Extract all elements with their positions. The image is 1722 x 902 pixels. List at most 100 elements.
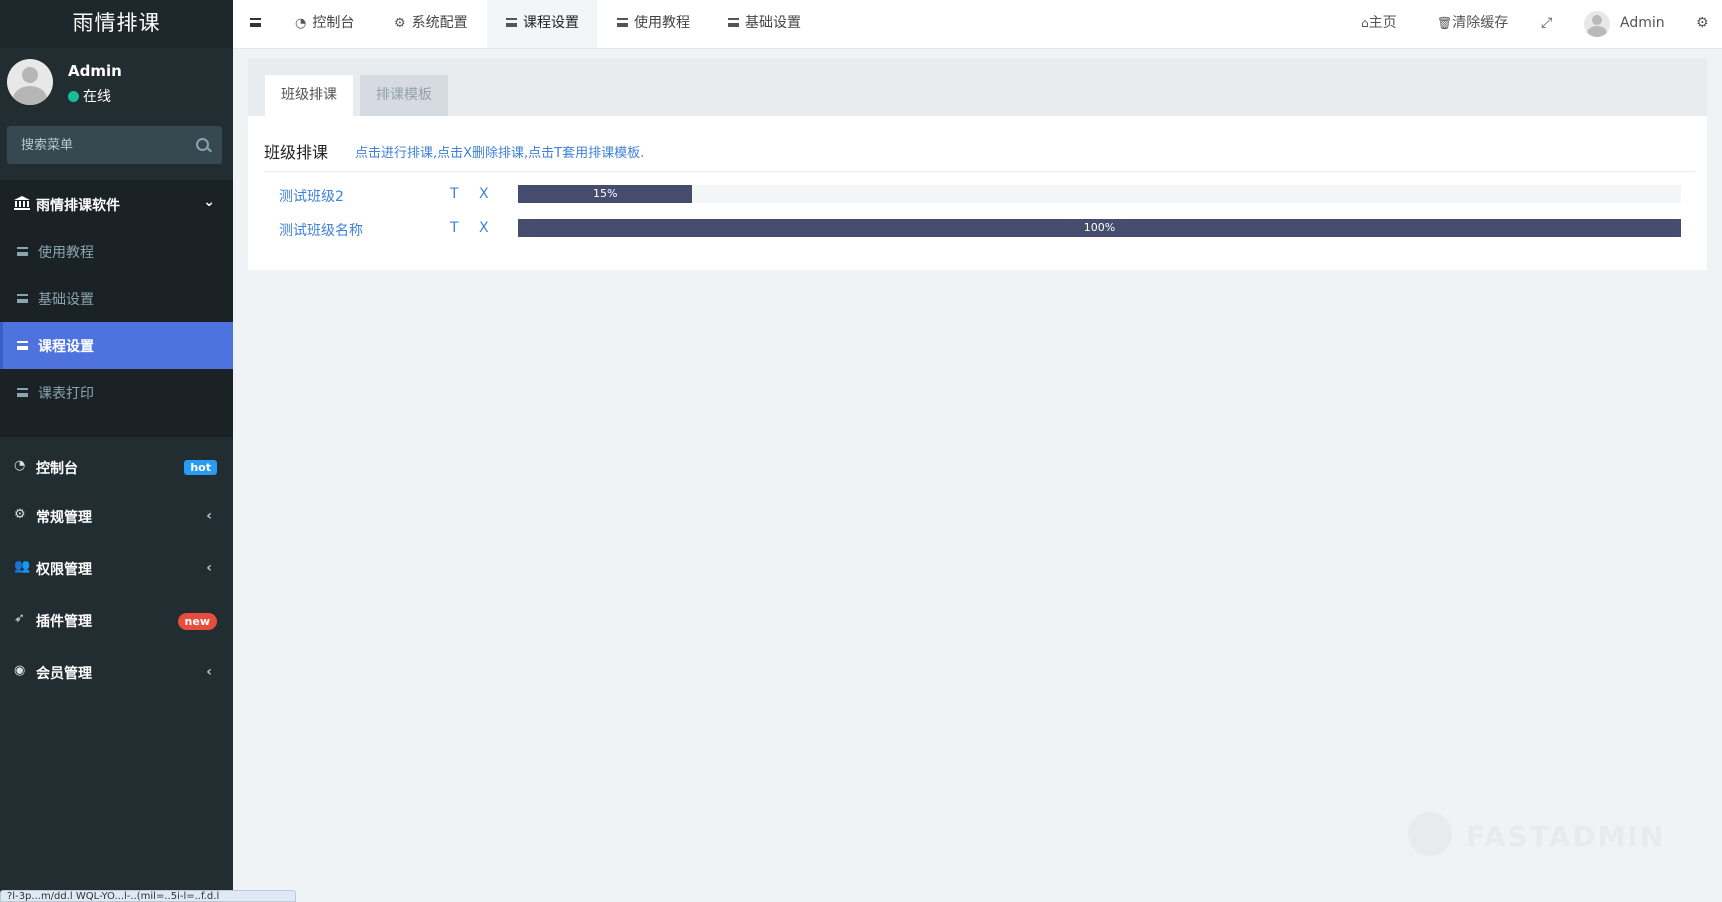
user-name: Admin <box>68 62 122 80</box>
sidebar-item-label: 插件管理 <box>36 614 92 630</box>
user-panel: Admin 在线 <box>0 48 233 118</box>
section-title: 班级排课 <box>264 143 329 162</box>
table-row: 测试班级名称 T X 100% <box>248 213 1707 247</box>
avatar[interactable] <box>1584 11 1610 37</box>
bars-icon <box>728 16 739 31</box>
status-bar-url: ?l-3p...m/dd.l WQL-YO...l-..(mil=..5i-l=… <box>0 890 296 902</box>
bars-icon <box>17 291 28 307</box>
clear-cache-button[interactable]: 🗑清除缓存 <box>1437 0 1508 48</box>
sidebar-item-label: 课表打印 <box>38 386 94 402</box>
fastadmin-logo-icon <box>1408 812 1452 856</box>
settings-button[interactable]: ⚙ <box>1696 0 1709 48</box>
sidebar-item-label: 控制台 <box>36 461 78 477</box>
home-label: 主页 <box>1368 15 1397 31</box>
tab-label: 控制台 <box>312 15 355 31</box>
sidebar-item-general[interactable]: ⚙ 常规管理 ‹ <box>0 490 233 542</box>
sidebar: 雨情排课 Admin 在线 雨情排课软件 ⌄ 使用教程 基础设置 课程设置 <box>0 0 233 900</box>
bars-icon <box>506 16 517 31</box>
progress-track: 15% <box>518 185 1681 203</box>
sidebar-item-tutorial[interactable]: 使用教程 <box>0 228 233 275</box>
user-status: 在线 <box>68 86 111 106</box>
table-row: 测试班级2 T X 15% <box>248 179 1707 213</box>
search-input[interactable] <box>7 126 191 164</box>
sidebar-item-auth[interactable]: 👥 权限管理 ‹ <box>0 542 233 594</box>
content-panel: 班级排课 排课模板 班级排课 点击进行排课,点击X删除排课,点击T套用排课模板.… <box>248 58 1707 270</box>
user-menu[interactable]: Admin <box>1620 0 1665 48</box>
tab-label: 课程设置 <box>523 15 579 31</box>
sidebar-item-plugins[interactable]: ➶ 插件管理 new <box>0 594 233 646</box>
tab-tutorial[interactable]: 使用教程 <box>617 0 690 48</box>
chevron-down-icon: ⌄ <box>203 194 215 210</box>
tab-label: 系统配置 <box>411 15 468 31</box>
sidebar-toggle-button[interactable] <box>250 16 261 31</box>
fullscreen-button[interactable]: ⤢ <box>1541 0 1552 48</box>
menu-head-paike[interactable]: 雨情排课软件 ⌄ <box>0 180 233 228</box>
progress-fill: 100% <box>518 219 1681 237</box>
bars-icon <box>617 16 628 31</box>
sidebar-search <box>7 126 222 164</box>
delete-link[interactable]: X <box>479 220 489 236</box>
class-name-link[interactable]: 测试班级2 <box>279 186 344 206</box>
sidebar-item-label: 使用教程 <box>38 245 94 261</box>
home-link[interactable]: ⌂主页 <box>1361 0 1397 48</box>
menu-head-label: 雨情排课软件 <box>36 198 120 214</box>
content-tabs: 班级排课 排课模板 <box>248 58 1707 116</box>
status-text: 在线 <box>83 89 111 105</box>
apply-template-link[interactable]: T <box>450 186 459 202</box>
bank-icon <box>14 196 30 214</box>
progress-fill: 15% <box>518 185 693 203</box>
sidebar-item-members[interactable]: ◉ 会员管理 ‹ <box>0 646 233 698</box>
tab-course-settings[interactable]: 课程设置 <box>487 0 597 48</box>
sidebar-item-course-settings[interactable]: 课程设置 <box>0 322 233 369</box>
delete-link[interactable]: X <box>479 186 489 202</box>
topbar: ◔ 控制台 ⚙ 系统配置 课程设置 使用教程 基础设置 ⌂主页 🗑清除缓存 ⤢ Ad… <box>233 0 1722 49</box>
rocket-icon: ➶ <box>14 611 25 626</box>
app-logo[interactable]: 雨情排课 <box>0 0 233 48</box>
bars-icon <box>17 385 28 401</box>
dashboard-icon: ◔ <box>295 16 307 31</box>
progress-track: 100% <box>518 219 1681 237</box>
bars-icon <box>250 18 261 27</box>
tab-label: 使用教程 <box>634 15 690 31</box>
menu-group-paike: 雨情排课软件 ⌄ 使用教程 基础设置 课程设置 课表打印 <box>0 180 233 437</box>
progress-label: 15% <box>592 187 618 200</box>
divider <box>264 171 1695 172</box>
cogs-icon: ⚙ <box>14 507 26 522</box>
user-circle-icon: ◉ <box>14 663 26 678</box>
bars-icon <box>17 338 28 354</box>
tab-basic-settings[interactable]: 基础设置 <box>728 0 801 48</box>
user-label: Admin <box>1620 15 1665 31</box>
sidebar-item-basic-settings[interactable]: 基础设置 <box>0 275 233 322</box>
sidebar-item-label: 会员管理 <box>36 666 92 682</box>
section-hint: 点击进行排课,点击X删除排课,点击T套用排课模板. <box>355 146 645 161</box>
tab-system-config[interactable]: ⚙ 系统配置 <box>394 0 468 48</box>
sidebar-item-label: 权限管理 <box>36 562 92 578</box>
tab-class-schedule[interactable]: 班级排课 <box>265 75 353 116</box>
sidebar-item-label: 课程设置 <box>38 339 94 355</box>
search-icon[interactable] <box>196 138 209 151</box>
hot-badge: hot <box>184 460 217 475</box>
class-name-link[interactable]: 测试班级名称 <box>279 220 363 240</box>
tab-dashboard[interactable]: ◔ 控制台 <box>295 0 354 48</box>
sidebar-item-dashboard[interactable]: ◔ 控制台 hot <box>0 441 233 493</box>
sidebar-item-label: 常规管理 <box>36 510 92 526</box>
avatar <box>7 59 53 105</box>
clear-cache-label: 清除缓存 <box>1452 15 1509 31</box>
group-icon: 👥 <box>14 559 31 574</box>
bars-icon <box>17 244 28 260</box>
watermark: FASTADMIN <box>1466 820 1666 853</box>
trash-icon: 🗑 <box>1437 16 1453 30</box>
new-badge: new <box>177 613 217 630</box>
dashboard-icon: ◔ <box>14 458 26 473</box>
progress-label: 100% <box>1083 221 1116 234</box>
chevron-left-icon: ‹ <box>206 560 212 576</box>
chevron-left-icon: ‹ <box>206 508 212 524</box>
sidebar-item-print[interactable]: 课表打印 <box>0 369 233 416</box>
chevron-left-icon: ‹ <box>206 664 212 680</box>
apply-template-link[interactable]: T <box>450 220 459 236</box>
home-icon: ⌂ <box>1361 16 1369 30</box>
sidebar-item-label: 基础设置 <box>38 292 94 308</box>
tab-schedule-template[interactable]: 排课模板 <box>360 75 448 116</box>
expand-icon: ⤢ <box>1541 15 1553 31</box>
tab-label: 基础设置 <box>745 15 801 31</box>
